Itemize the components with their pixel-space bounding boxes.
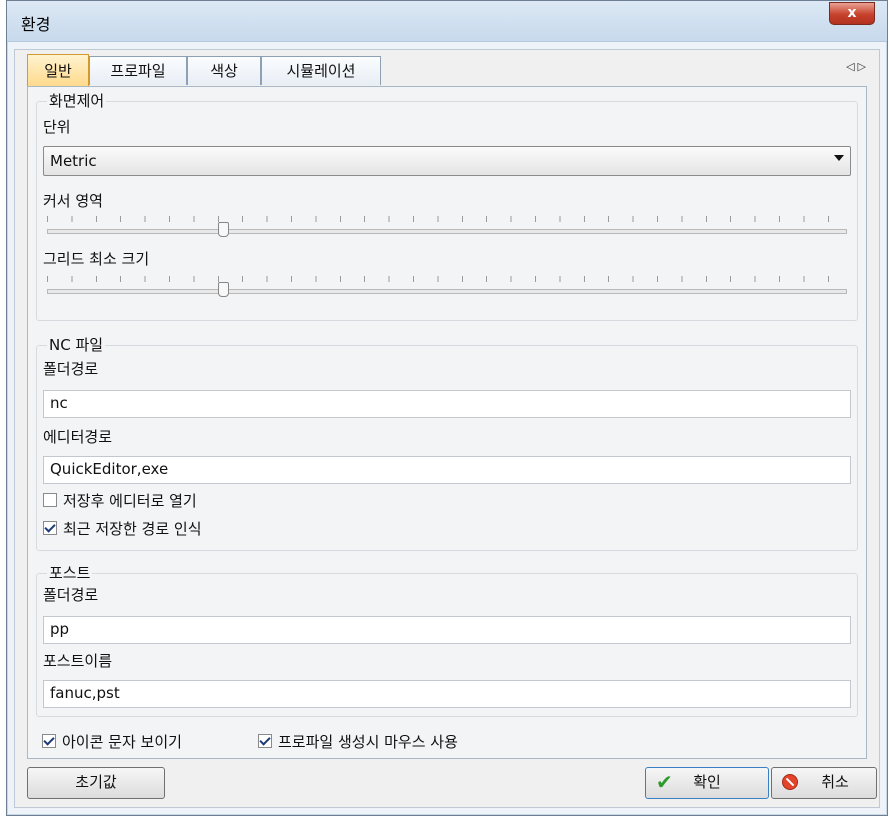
editor-path-value: QuickEditor,exe [50,460,169,478]
cursor-area-slider[interactable] [43,214,851,244]
window-title: 환경 [21,15,51,34]
mouse-on-profile-checkbox[interactable]: 프로파일 생성시 마우스 사용 [258,731,458,752]
post-group: 포스트 폴더경로 pp 포스트이름 fanuc,pst [36,562,858,717]
show-icon-text-checkbox[interactable]: 아이콘 문자 보이기 [42,731,182,752]
unit-label: 단위 [43,118,71,136]
post-name-label: 포스트이름 [43,652,113,670]
settings-dialog: 환경 x 일반 프로파일 색상 시뮬레이션 ◁▷ 화면제어 단위 Metric … [6,0,888,816]
tab-profile[interactable]: 프로파일 [89,56,187,85]
slider-thumb[interactable] [218,282,229,297]
unit-select[interactable]: Metric [43,146,851,176]
cancel-icon [782,774,798,790]
ok-label: 확인 [693,773,721,791]
display-group-title: 화면제어 [47,90,107,111]
post-folder-label: 폴더경로 [43,586,99,604]
nc-group-title: NC 파일 [47,334,106,355]
post-folder-value: pp [50,620,70,638]
remember-path-checkbox[interactable]: 최근 저장한 경로 인식 [43,518,202,539]
editor-path-input[interactable]: QuickEditor,exe [43,456,851,484]
unit-select-value: Metric [50,152,97,170]
cancel-button[interactable]: 취소 [771,767,877,799]
remember-path-label: 최근 저장한 경로 인식 [63,520,202,538]
slider-track [47,229,847,234]
grid-min-size-slider[interactable] [43,274,851,304]
checkbox-box[interactable] [258,734,272,748]
post-folder-input[interactable]: pp [43,616,851,644]
chevron-down-icon[interactable] [834,155,844,161]
ok-button[interactable]: ✔ 확인 [645,767,769,799]
checkbox-box[interactable] [43,521,57,535]
editor-path-label: 에디터경로 [43,428,113,446]
nc-folder-value: nc [50,394,68,412]
cursor-area-label: 커서 영역 [43,192,103,210]
checkbox-box[interactable] [42,734,56,748]
nc-folder-label: 폴더경로 [43,360,99,378]
post-name-input[interactable]: fanuc,pst [43,680,851,708]
reset-button[interactable]: 초기값 [27,767,165,799]
cancel-label: 취소 [821,773,849,791]
title-bar[interactable]: 환경 x [7,1,887,42]
close-button[interactable]: x [829,2,875,25]
mouse-on-profile-label: 프로파일 생성시 마우스 사용 [278,733,458,751]
dialog-client: 일반 프로파일 색상 시뮬레이션 ◁▷ 화면제어 단위 Metric 커서 영역 [14,49,880,808]
tab-general[interactable]: 일반 [27,54,89,87]
post-group-title: 포스트 [47,562,93,583]
open-after-save-checkbox[interactable]: 저장후 에디터로 열기 [43,490,197,511]
show-icon-text-label: 아이콘 문자 보이기 [62,733,182,751]
reset-label: 초기값 [75,773,117,791]
display-group: 화면제어 단위 Metric 커서 영역 그리드 최소 크기 [36,90,858,321]
slider-thumb[interactable] [218,222,229,237]
tab-color[interactable]: 색상 [187,56,261,85]
post-name-value: fanuc,pst [50,684,120,702]
general-panel: 화면제어 단위 Metric 커서 영역 그리드 최소 크기 NC 파일 폴더경… [27,86,867,759]
nc-file-group: NC 파일 폴더경로 nc 에디터경로 QuickEditor,exe 저장후 … [36,334,858,551]
tab-simulation[interactable]: 시뮬레이션 [261,56,381,85]
slider-ticks [47,216,847,222]
checkmark-icon: ✔ [656,770,673,794]
grid-min-size-label: 그리드 최소 크기 [43,250,150,268]
tab-scroll-arrows-icon[interactable]: ◁▷ [846,60,869,73]
open-after-save-label: 저장후 에디터로 열기 [63,492,197,510]
checkbox-box[interactable] [43,493,57,507]
slider-track [47,289,847,294]
slider-ticks [47,276,847,282]
nc-folder-input[interactable]: nc [43,390,851,418]
